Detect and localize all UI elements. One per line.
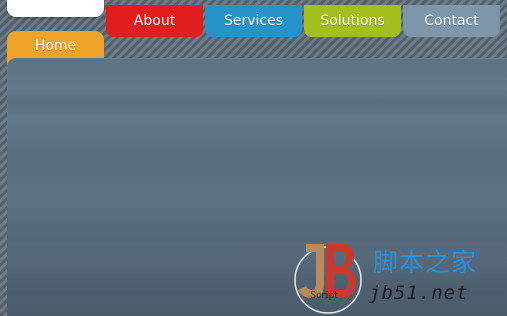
tab-about[interactable]: About [106,5,203,37]
tab-contact[interactable]: Contact [403,5,500,37]
watermark-chinese: 脚本之家 [373,248,478,277]
watermark-url: jb51.net [369,282,469,304]
watermark-script-label: Script [310,291,338,301]
top-pill [7,0,104,17]
tab-services[interactable]: Services [205,5,302,37]
tab-solutions[interactable]: Solutions [304,5,401,37]
